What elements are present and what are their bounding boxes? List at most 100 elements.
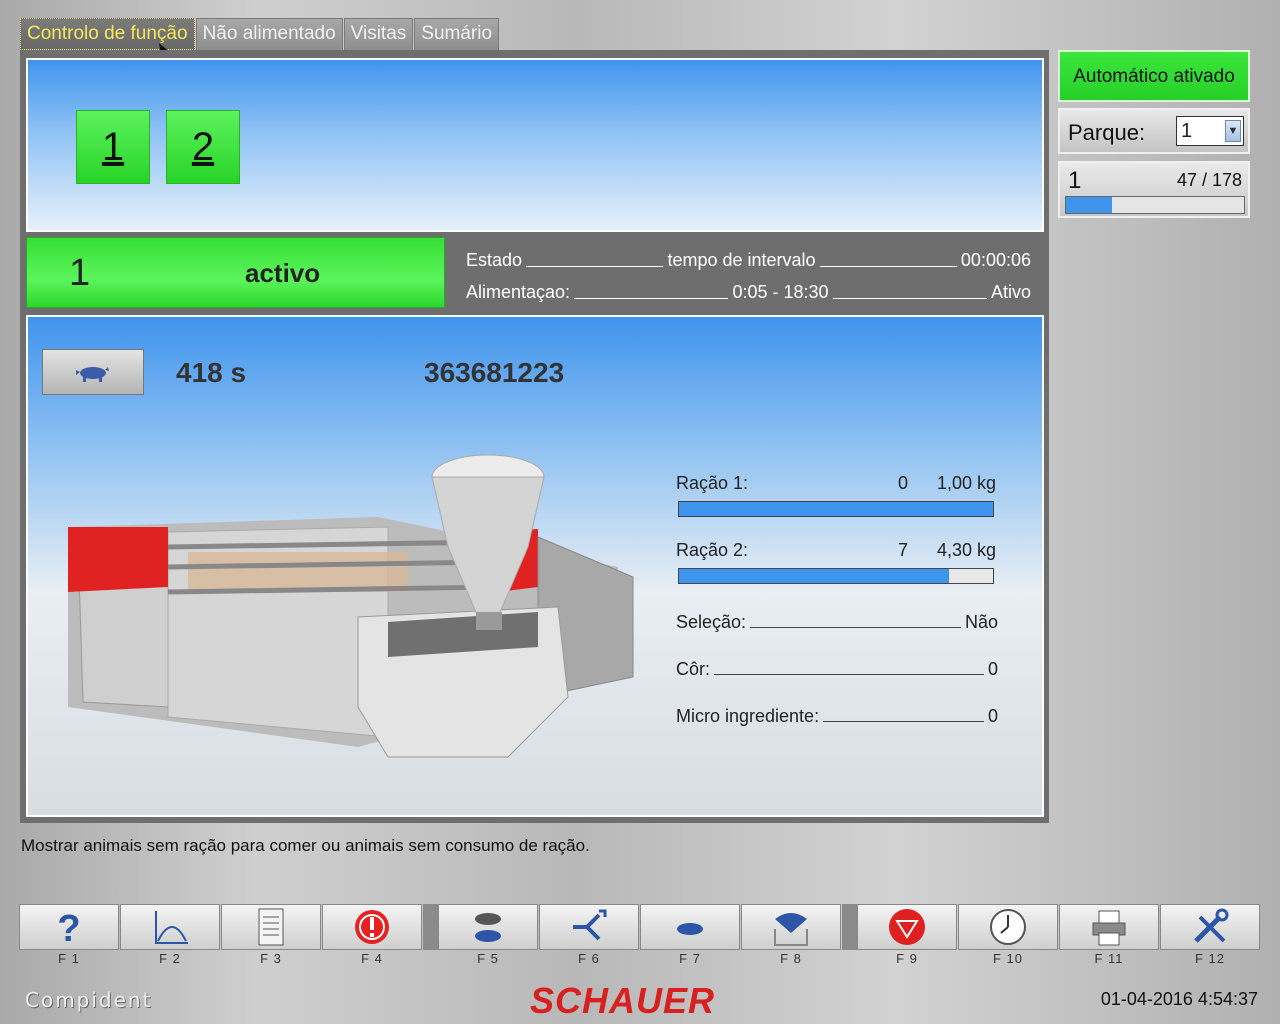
f6-label: F 6	[578, 951, 600, 966]
parque-value: 1	[1181, 120, 1193, 142]
animal-panel: 418 s 363681223 Ração 1: 0 1,00 kg Ração…	[26, 315, 1044, 817]
ration-1-bar	[678, 501, 994, 517]
station-status: 1 activo	[26, 237, 445, 308]
hint-text: Mostrar animais sem ração para comer ou …	[21, 836, 590, 855]
f2-curve-button[interactable]	[120, 904, 220, 950]
f12-settings-button[interactable]	[1160, 904, 1260, 950]
station-button-1[interactable]: 1	[76, 110, 150, 184]
ration-2-amount: 4,30 kg	[936, 540, 996, 560]
f10-clock-button[interactable]	[958, 904, 1058, 950]
f5-animals-button[interactable]	[438, 904, 538, 950]
station-panel: 1 2	[26, 58, 1044, 232]
tab-not-fed[interactable]: Não alimentado	[195, 18, 343, 50]
leader-line	[819, 266, 957, 267]
leader-line	[714, 674, 984, 675]
tools-icon	[1194, 908, 1229, 943]
stop-icon	[889, 909, 925, 945]
estado-label: Estado	[466, 250, 523, 270]
f3-document-button[interactable]	[221, 904, 321, 950]
f2-label: F 2	[159, 951, 181, 966]
ration-1-label: Ração 1:	[676, 473, 749, 493]
f8-label: F 8	[780, 951, 802, 966]
feeder-icon	[774, 913, 808, 946]
count-progress-bar	[1065, 196, 1245, 214]
estado-row: Estado tempo de intervalo 00:00:06	[466, 247, 1031, 271]
color-row: Côr: 0	[676, 659, 998, 680]
f8-feeder-button[interactable]	[741, 904, 841, 950]
alarm-icon	[355, 910, 389, 944]
function-key-bar: ?	[19, 904, 1260, 950]
f4-label: F 4	[361, 951, 383, 966]
document-icon	[258, 908, 284, 946]
chevron-down-icon[interactable]: ▼	[1225, 120, 1241, 142]
selection-value: Não	[964, 612, 998, 632]
count-fraction: 47 / 178	[1176, 170, 1242, 190]
f11-label: F 11	[1094, 951, 1124, 966]
toolbar-separator	[842, 904, 858, 950]
tab-visits[interactable]: Visitas	[343, 18, 414, 50]
f9-label: F 9	[896, 951, 918, 966]
leader-line	[574, 298, 729, 299]
tab-bar: Controlo de função Não alimentado Visita…	[20, 18, 500, 50]
ration-2-label: Ração 2:	[676, 540, 749, 560]
f7-animal-button[interactable]	[640, 904, 740, 950]
parque-dropdown[interactable]: 1 ▼	[1176, 116, 1244, 146]
f4-alarm-button[interactable]	[322, 904, 422, 950]
station-button-2[interactable]: 2	[166, 110, 240, 184]
micro-ingredient-label: Micro ingrediente:	[676, 706, 820, 726]
compident-brand: Compident	[25, 988, 153, 1012]
f9-stop-button[interactable]	[857, 904, 957, 950]
leader-line	[750, 627, 961, 628]
leader-line	[526, 266, 664, 267]
ration-1-amount: 1,00 kg	[936, 473, 996, 493]
parque-label: Parque:	[1068, 120, 1146, 145]
station-number: 1	[69, 252, 91, 294]
tab-function-control[interactable]: Controlo de função	[20, 18, 195, 50]
printer-icon	[1092, 910, 1126, 946]
leader-line	[832, 298, 987, 299]
animal-id: 363681223	[424, 357, 565, 388]
parque-selector: Parque: 1 ▼	[1058, 108, 1250, 154]
svg-text:?: ?	[57, 908, 80, 947]
pig-icon	[677, 923, 703, 935]
help-icon: ?	[57, 908, 80, 947]
ration-1-fill	[679, 502, 993, 516]
ration-2-bar	[678, 568, 994, 584]
count-number: 1	[1068, 167, 1082, 194]
leader-line	[823, 721, 984, 722]
f7-label: F 7	[679, 951, 701, 966]
ration-1-count: 0	[897, 473, 908, 493]
station-state: activo	[245, 258, 321, 288]
ration-2-row: Ração 2: 7 4,30 kg	[676, 540, 996, 561]
selection-label: Seleção:	[676, 612, 747, 632]
schauer-logo: SCHAUER	[530, 980, 716, 1021]
f1-help-button[interactable]: ?	[19, 904, 119, 950]
ration-2-count: 7	[897, 540, 908, 560]
estado-value: tempo de intervalo	[667, 250, 816, 270]
date-time: 01-04-2016 4:54:37	[1100, 989, 1258, 1009]
f12-label: F 12	[1194, 951, 1225, 966]
alimentacao-value: 0:05 - 18:30	[732, 282, 829, 302]
f6-separation-button[interactable]	[539, 904, 639, 950]
f3-label: F 3	[260, 951, 282, 966]
f10-label: F 10	[992, 951, 1023, 966]
f5-label: F 5	[477, 951, 499, 966]
automatic-status-button[interactable]: Automático ativado	[1058, 50, 1250, 102]
visit-duration: 418 s	[176, 357, 247, 388]
tab-summary[interactable]: Sumário	[414, 18, 500, 50]
estado-time: 00:00:06	[960, 250, 1031, 270]
split-arrow-icon	[573, 909, 607, 941]
pig-icon	[76, 367, 109, 382]
toolbar-separator	[423, 904, 439, 950]
micro-ingredient-row: Micro ingrediente: 0	[676, 706, 998, 727]
count-progress-fill	[1066, 197, 1113, 213]
clock-icon	[990, 909, 1026, 945]
alimentacao-state: Ativo	[990, 282, 1032, 302]
f1-label: F 1	[58, 951, 80, 966]
color-value: 0	[987, 659, 998, 679]
feeder-station-image	[68, 454, 634, 758]
f11-print-button[interactable]	[1059, 904, 1159, 950]
pigs-icon	[475, 913, 501, 942]
animal-button[interactable]	[42, 349, 144, 395]
color-label: Côr:	[676, 659, 711, 679]
